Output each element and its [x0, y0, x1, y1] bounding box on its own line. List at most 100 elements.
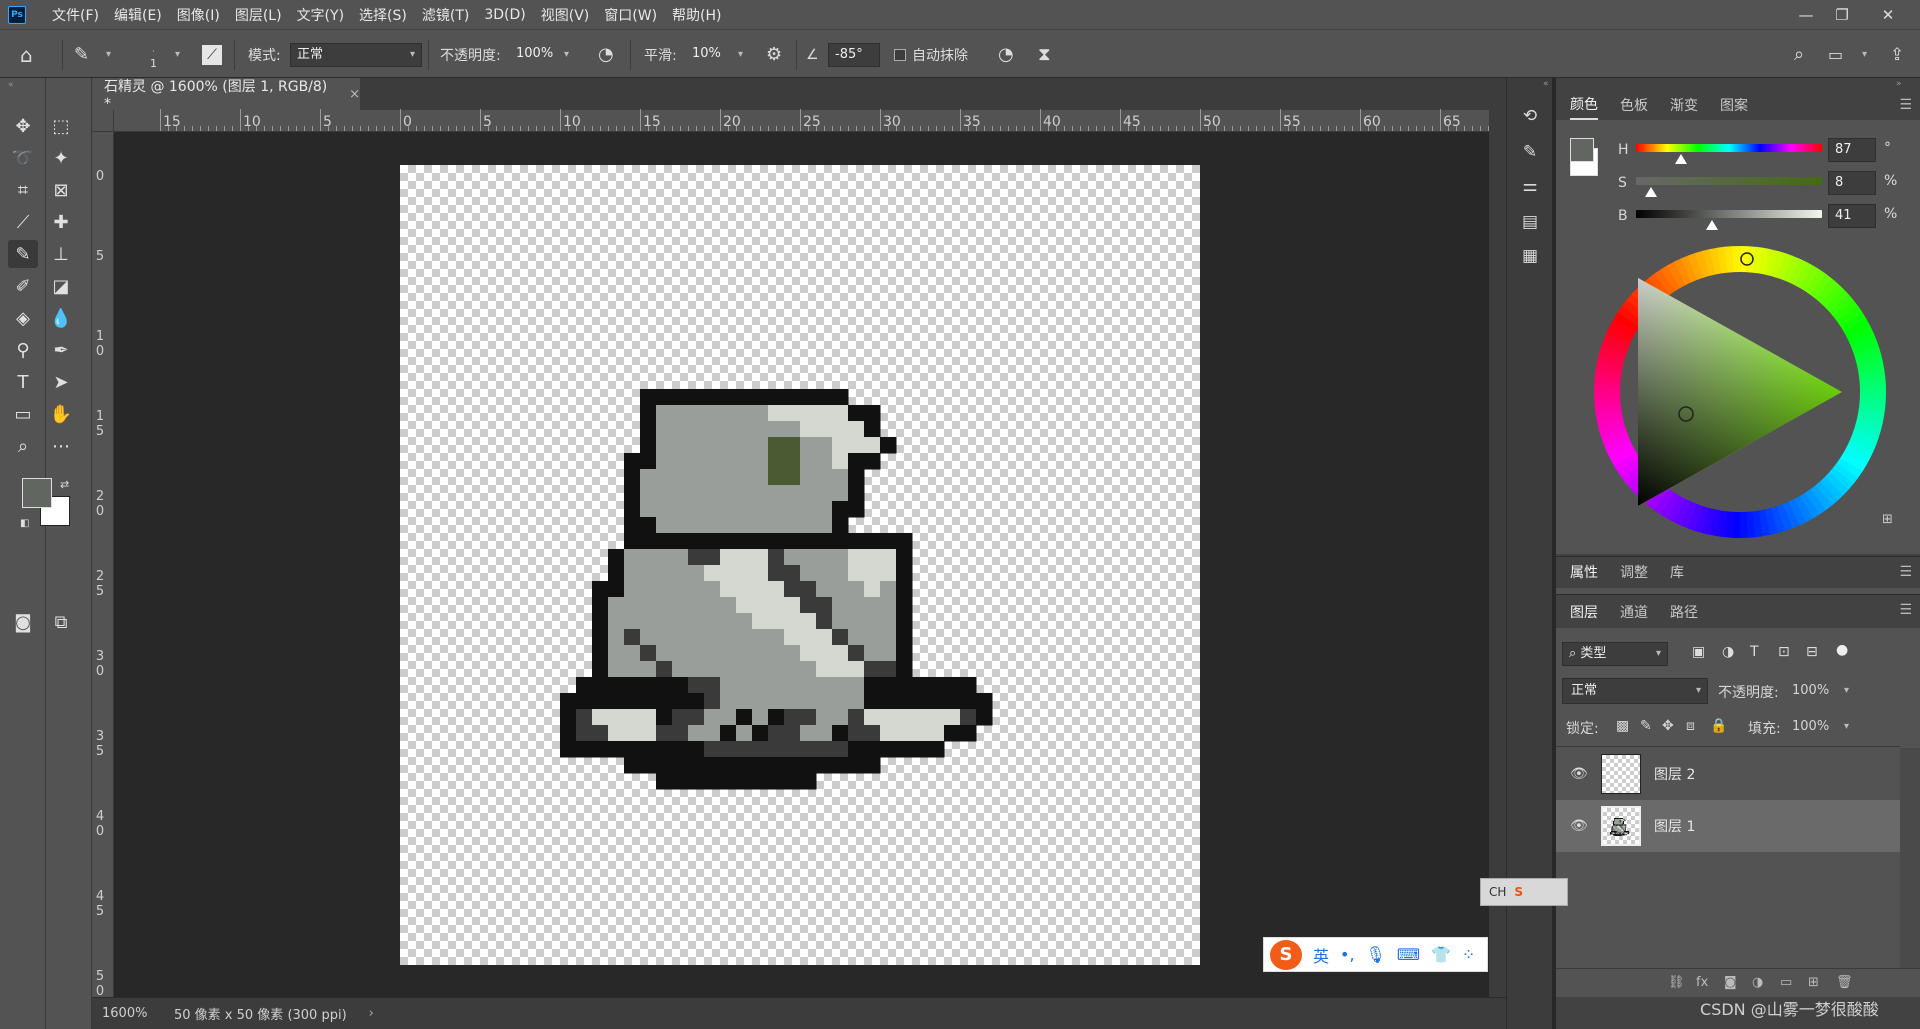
microphone-icon[interactable]: 🎙: [1366, 945, 1386, 964]
lock-transparent-icon[interactable]: ▩: [1616, 718, 1629, 734]
layer-mask-icon[interactable]: ◙: [1724, 975, 1737, 990]
brightness-slider-thumb[interactable]: [1706, 220, 1719, 230]
keyboard-icon[interactable]: ⌨: [1397, 945, 1420, 964]
tab-color[interactable]: 颜色: [1570, 90, 1598, 120]
adjustment-layer-icon[interactable]: ◑: [1752, 975, 1763, 990]
healing-brush-tool-icon[interactable]: ✚: [46, 208, 76, 236]
history-brush-tool-icon[interactable]: ✐: [8, 272, 38, 300]
color-wheel[interactable]: [1592, 244, 1888, 540]
tab-gradients[interactable]: 渐变: [1670, 90, 1698, 120]
move-tool-icon[interactable]: ✥: [8, 112, 38, 140]
brush-settings-panel-icon[interactable]: ⚌: [1515, 172, 1545, 200]
notes-panel-icon[interactable]: ▦: [1515, 242, 1545, 270]
libraries-panel-icon[interactable]: ▤: [1515, 208, 1545, 236]
pen-tool-icon[interactable]: ✒: [46, 336, 76, 364]
ime-status-mini[interactable]: CH S: [1480, 878, 1568, 906]
history-panel-icon[interactable]: ⟲: [1515, 102, 1545, 130]
layers-panel-menu-icon[interactable]: ☰: [1899, 602, 1912, 618]
apps-grid-icon[interactable]: ⁘: [1462, 945, 1475, 964]
menu-3d[interactable]: 3D(D): [484, 7, 525, 23]
hue-slider-thumb[interactable]: [1674, 154, 1687, 164]
chevron-down-icon[interactable]: ▾: [1862, 49, 1867, 60]
color-panel-expand-icon[interactable]: ⊞: [1882, 512, 1893, 527]
visibility-eye-icon[interactable]: 👁: [1570, 818, 1588, 834]
pressure-size-icon[interactable]: ◔: [998, 30, 1014, 79]
filter-type-icon[interactable]: T: [1750, 644, 1759, 660]
symmetry-butterfly-icon[interactable]: ⧗: [1038, 30, 1051, 79]
expand-panels-icon[interactable]: «: [1543, 79, 1549, 89]
more-tools-icon[interactable]: ⋯: [46, 432, 76, 460]
type-tool-icon[interactable]: T: [8, 368, 38, 396]
brightness-slider[interactable]: [1636, 210, 1822, 218]
delete-layer-icon[interactable]: 🗑: [1836, 975, 1853, 990]
visibility-eye-icon[interactable]: 👁: [1570, 766, 1588, 782]
menu-image[interactable]: 图像(I): [177, 5, 220, 25]
tab-layers[interactable]: 图层: [1570, 597, 1598, 627]
document-tab[interactable]: 石精灵 @ 1600% (图层 1, RGB/8) * ×: [92, 78, 360, 112]
magic-wand-tool-icon[interactable]: ✦: [46, 144, 76, 172]
layers-scrollbar[interactable]: [1900, 748, 1920, 997]
mode-select[interactable]: 正常 ▾: [290, 43, 422, 67]
new-group-icon[interactable]: ▭: [1780, 975, 1792, 990]
quick-mask-icon[interactable]: ◙: [8, 608, 38, 636]
tab-properties[interactable]: 属性: [1570, 557, 1598, 587]
filter-adjustment-icon[interactable]: ◑: [1722, 644, 1734, 660]
menu-window[interactable]: 窗口(W): [604, 5, 657, 25]
opacity-input[interactable]: 100%: [510, 43, 562, 67]
chevron-down-icon[interactable]: ▾: [1844, 685, 1849, 696]
blend-mode-select[interactable]: 正常 ▾: [1562, 678, 1708, 704]
close-document-icon[interactable]: ×: [349, 87, 360, 102]
chevron-down-icon[interactable]: ▾: [738, 49, 743, 60]
filter-shape-icon[interactable]: ⊡: [1778, 644, 1790, 660]
skin-shirt-icon[interactable]: 👕: [1431, 945, 1451, 964]
color-fg-swatch[interactable]: [1570, 138, 1594, 162]
lock-pixels-icon[interactable]: ✎: [1640, 718, 1652, 734]
eyedropper-tool-icon[interactable]: ⟋: [8, 208, 38, 236]
marquee-tool-icon[interactable]: ⬚: [46, 112, 76, 140]
layer-filter-select[interactable]: ⌕ 类型 ▾: [1562, 642, 1668, 666]
paint-bucket-tool-icon[interactable]: ◈: [8, 304, 38, 332]
share-icon[interactable]: ⇪: [1890, 30, 1904, 79]
close-window-button[interactable]: ✕: [1870, 0, 1906, 29]
saturation-input[interactable]: 8: [1828, 171, 1876, 195]
layer-row-2[interactable]: 👁 图层 2: [1556, 748, 1900, 800]
filter-smart-object-icon[interactable]: ⊟: [1806, 644, 1818, 660]
saturation-slider[interactable]: [1636, 177, 1822, 185]
pencil-tool-icon[interactable]: ✎: [8, 240, 38, 268]
blur-tool-icon[interactable]: 💧: [46, 304, 76, 332]
fill-input[interactable]: 100%: [1792, 719, 1829, 734]
lock-artboard-icon[interactable]: ⧈: [1686, 718, 1695, 734]
pressure-opacity-icon[interactable]: ◔: [598, 30, 614, 79]
chevron-down-icon[interactable]: ▾: [175, 49, 180, 60]
vertical-scrollbar[interactable]: [1489, 110, 1506, 997]
gear-icon[interactable]: ⚙: [766, 30, 782, 79]
layer-style-icon[interactable]: fx: [1696, 975, 1708, 990]
new-layer-icon[interactable]: ⊞: [1808, 975, 1819, 990]
color-panel-menu-icon[interactable]: ☰: [1899, 97, 1912, 113]
smoothing-input[interactable]: 10%: [686, 43, 732, 67]
crop-tool-icon[interactable]: ⌗: [8, 176, 38, 204]
default-colors-icon[interactable]: ◧: [20, 518, 29, 529]
lock-all-icon[interactable]: 🔒: [1710, 718, 1727, 734]
sogou-logo-icon[interactable]: S: [1270, 939, 1302, 970]
collapse-dock-icon[interactable]: »: [1896, 79, 1902, 89]
tab-libraries[interactable]: 库: [1670, 557, 1684, 587]
menu-help[interactable]: 帮助(H): [672, 5, 721, 25]
foreground-color-swatch[interactable]: [22, 478, 52, 508]
lock-position-icon[interactable]: ✥: [1662, 718, 1674, 734]
pencil-preset-icon[interactable]: ✎: [74, 30, 89, 79]
menu-select[interactable]: 选择(S): [359, 5, 407, 25]
eraser-tool-icon[interactable]: ◪: [46, 272, 76, 300]
tab-paths[interactable]: 路径: [1670, 597, 1698, 627]
brush-settings-icon[interactable]: ⟋: [202, 30, 222, 79]
saturation-slider-thumb[interactable]: [1644, 187, 1657, 197]
layer-opacity-input[interactable]: 100%: [1792, 683, 1829, 698]
hand-tool-icon[interactable]: ✋: [46, 400, 76, 428]
menu-edit[interactable]: 编辑(E): [114, 5, 162, 25]
swap-colors-icon[interactable]: ⇄: [60, 478, 69, 491]
minimize-button[interactable]: —: [1788, 0, 1824, 29]
menu-file[interactable]: 文件(F): [52, 5, 99, 25]
brightness-input[interactable]: 41: [1828, 204, 1876, 228]
screen-mode-icon[interactable]: ⧉: [46, 608, 76, 636]
tab-channels[interactable]: 通道: [1620, 597, 1648, 627]
